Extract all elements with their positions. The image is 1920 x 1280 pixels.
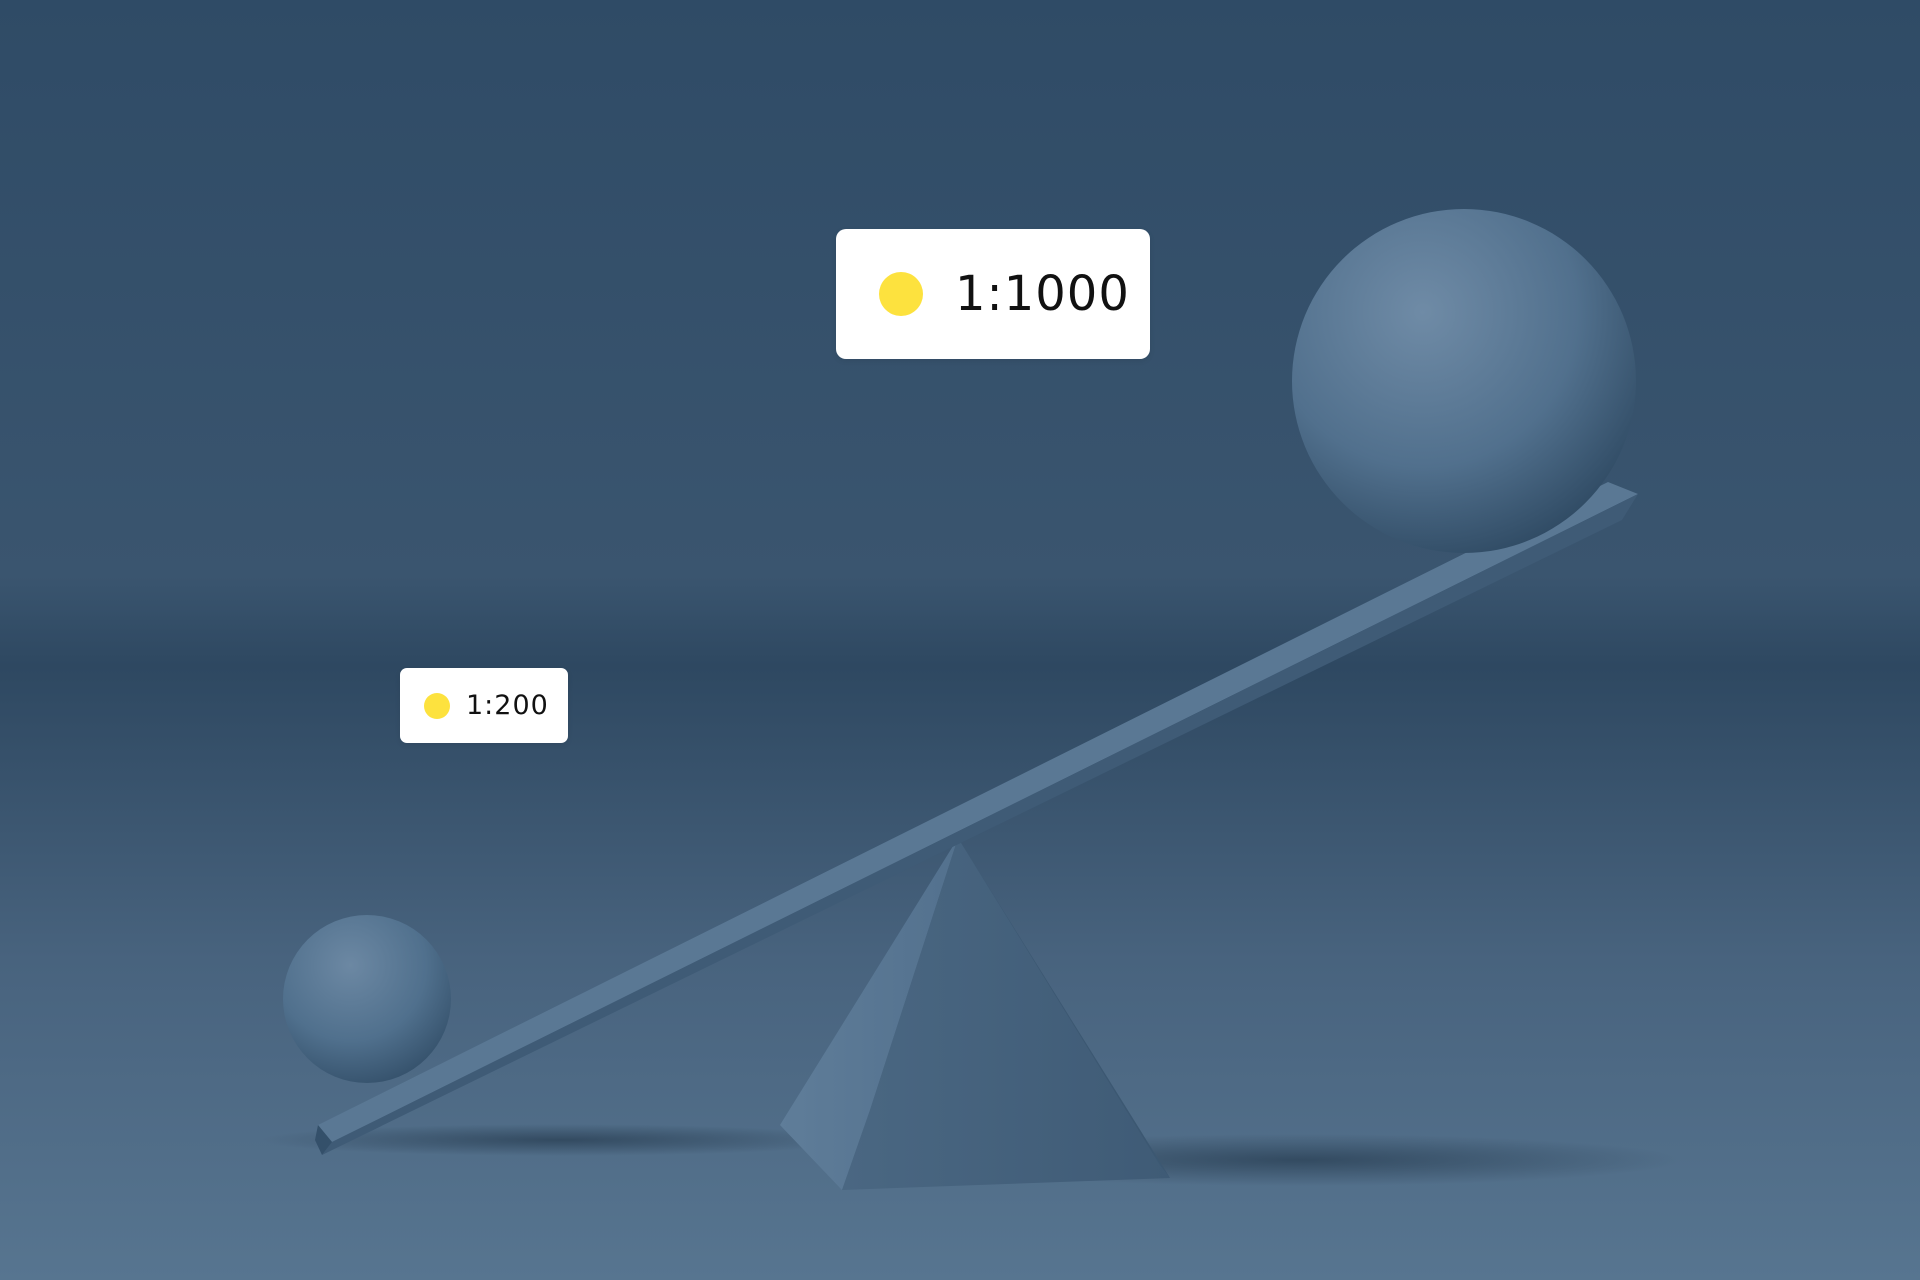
large-ball (1292, 209, 1636, 553)
ratio-text-large: 1:1000 (955, 266, 1130, 322)
ratio-label-large: 1:1000 (836, 229, 1150, 359)
yellow-dot-icon (424, 692, 450, 719)
yellow-dot-icon (879, 272, 923, 316)
ratio-text-small: 1:200 (466, 690, 549, 721)
seesaw-scene (0, 0, 1920, 1280)
small-ball (283, 915, 451, 1083)
ratio-label-small: 1:200 (400, 668, 568, 743)
